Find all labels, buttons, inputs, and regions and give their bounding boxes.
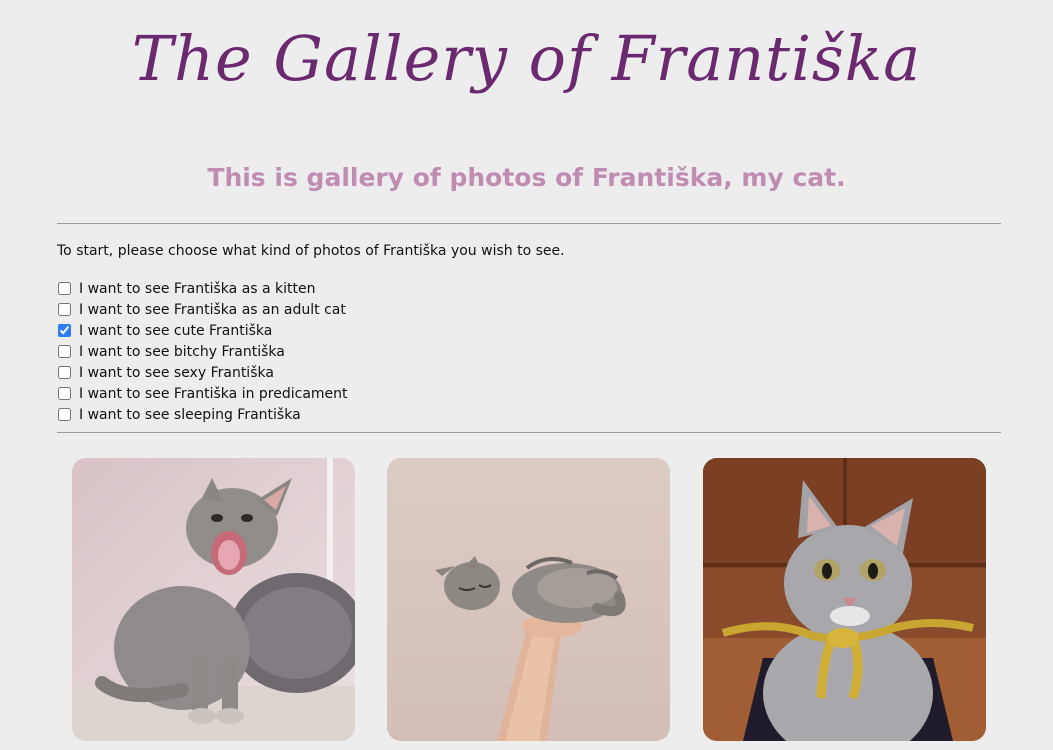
filter-kitten-label[interactable]: I want to see Františka as a kitten <box>79 281 316 297</box>
filter-sexy: I want to see sexy Františka <box>57 362 348 383</box>
filter-predicament: I want to see Františka in predicament <box>57 383 348 404</box>
filter-adult-label[interactable]: I want to see Františka as an adult cat <box>79 302 346 318</box>
filter-sleeping-label[interactable]: I want to see sleeping Františka <box>79 407 301 423</box>
filter-sleeping-checkbox[interactable] <box>58 408 71 421</box>
site-title: The Gallery of Františka <box>131 22 922 95</box>
site-subtitle: This is gallery of photos of Františka, … <box>207 163 846 192</box>
photo-gallery <box>72 458 986 741</box>
filter-predicament-label[interactable]: I want to see Františka in predicament <box>79 386 348 402</box>
divider-top <box>57 223 1001 224</box>
filter-predicament-checkbox[interactable] <box>58 387 71 400</box>
ribbon-kitten-image <box>703 458 986 741</box>
filter-bitchy-checkbox[interactable] <box>58 345 71 358</box>
gallery-photo-yawning-kitten[interactable] <box>72 458 355 741</box>
gallery-photo-sleeping-kitten[interactable] <box>387 458 670 741</box>
filter-sexy-label[interactable]: I want to see sexy Františka <box>79 365 274 381</box>
divider-bottom <box>57 432 1001 433</box>
intro-text: To start, please choose what kind of pho… <box>57 243 565 259</box>
filter-kitten: I want to see Františka as a kitten <box>57 278 348 299</box>
page: The Gallery of Františka This is gallery… <box>0 0 1053 750</box>
filter-cute-checkbox[interactable] <box>58 324 71 337</box>
filter-adult: I want to see Františka as an adult cat <box>57 299 348 320</box>
filter-cute-label[interactable]: I want to see cute Františka <box>79 323 272 339</box>
filter-sexy-checkbox[interactable] <box>58 366 71 379</box>
gallery-photo-ribbon-kitten[interactable] <box>703 458 986 741</box>
filter-sleeping: I want to see sleeping Františka <box>57 404 348 425</box>
filter-cute: I want to see cute Františka <box>57 320 348 341</box>
filter-kitten-checkbox[interactable] <box>58 282 71 295</box>
sleeping-kitten-image <box>387 458 670 741</box>
filter-list: I want to see Františka as a kitten I wa… <box>57 278 348 425</box>
filter-bitchy-label[interactable]: I want to see bitchy Františka <box>79 344 285 360</box>
filter-adult-checkbox[interactable] <box>58 303 71 316</box>
filter-bitchy: I want to see bitchy Františka <box>57 341 348 362</box>
yawning-kitten-image <box>72 458 355 741</box>
